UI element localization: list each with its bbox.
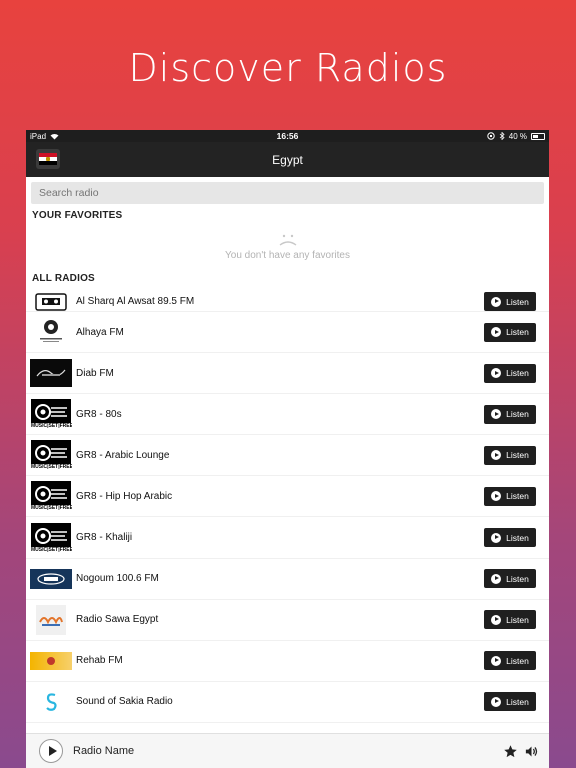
diab-logo: [30, 358, 72, 388]
star-icon[interactable]: [503, 744, 518, 759]
egypt-flag-icon: [39, 153, 57, 165]
listen-button[interactable]: Listen: [484, 569, 536, 589]
radio-name: Radio Sawa Egypt: [76, 614, 159, 626]
listen-label: Listen: [506, 655, 529, 666]
list-item[interactable]: MUSIC|SET|FREE GR8 - Khaliji Listen: [26, 517, 549, 559]
radio-name: GR8 - Hip Hop Arabic: [76, 490, 173, 502]
list-item[interactable]: Diab FM Listen: [26, 353, 549, 395]
radio-name: Diab FM: [76, 367, 114, 379]
alhaya-logo: [30, 317, 72, 347]
wifi-icon: [50, 133, 59, 139]
search-input[interactable]: [31, 182, 544, 204]
play-icon: [491, 532, 502, 543]
favorites-empty-state: You don't have any favorites: [26, 221, 549, 273]
play-icon: [491, 655, 502, 666]
listen-button[interactable]: Listen: [484, 322, 536, 342]
gr8-logo: MUSIC|SET|FREE: [30, 522, 72, 553]
battery-icon: [531, 132, 545, 140]
play-icon: [491, 409, 502, 420]
listen-button[interactable]: Listen: [484, 404, 536, 424]
list-item[interactable]: Nogoum 100.6 FM Listen: [26, 559, 549, 600]
listen-button[interactable]: Listen: [484, 486, 536, 506]
radio-name: GR8 - 80s: [76, 408, 122, 420]
player-radio-name: Radio Name: [73, 745, 135, 757]
listen-label: Listen: [506, 368, 529, 379]
clock: 16:56: [276, 131, 299, 141]
gr8-logo: MUSIC|SET|FREE: [30, 399, 72, 430]
listen-button[interactable]: Listen: [484, 445, 536, 465]
battery-percent: 40 %: [508, 131, 527, 141]
listen-label: Listen: [506, 696, 529, 707]
status-bar: iPad 16:56 40 %: [26, 130, 549, 142]
listen-label: Listen: [506, 532, 529, 543]
play-icon: [491, 327, 502, 338]
list-item[interactable]: Sound of Sakia Radio Listen: [26, 682, 549, 723]
play-icon: [491, 368, 502, 379]
list-item[interactable]: MUSIC|SET|FREE GR8 - Hip Hop Arabic Listen: [26, 476, 549, 518]
bluetooth-icon: [499, 132, 505, 140]
list-item[interactable]: Rehab FM Listen: [26, 641, 549, 682]
device-screen: iPad 16:56 40 % Egypt Search radio YOUR …: [26, 130, 549, 768]
radio-name: GR8 - Khaliji: [76, 532, 133, 544]
rehab-logo: [30, 646, 72, 676]
radio-name: Sound of Sakia Radio: [76, 696, 173, 708]
listen-label: Listen: [506, 450, 529, 461]
radio-name: GR8 - Arabic Lounge: [76, 449, 170, 461]
player-bar: Radio Name: [26, 733, 549, 768]
gr8-logo: MUSIC|SET|FREE: [30, 440, 72, 471]
listen-button[interactable]: Listen: [484, 363, 536, 383]
radio-name: Alhaya FM: [76, 326, 124, 338]
play-icon: [491, 696, 502, 707]
radio-name: Rehab FM: [76, 655, 123, 667]
favorites-title: YOUR FAVORITES: [32, 210, 123, 221]
listen-label: Listen: [506, 409, 529, 420]
list-item[interactable]: Alhaya FM Listen: [26, 312, 549, 354]
listen-button[interactable]: Listen: [484, 528, 536, 548]
play-icon: [491, 296, 502, 307]
country-flag-button[interactable]: [36, 149, 60, 169]
listen-button[interactable]: Listen: [484, 610, 536, 630]
sawa-logo: [30, 604, 72, 635]
list-item[interactable]: MUSIC|SET|FREE GR8 - Arabic Lounge Listen: [26, 435, 549, 477]
list-item[interactable]: Radio Sawa Egypt Listen: [26, 600, 549, 641]
nav-title: Egypt: [272, 152, 303, 167]
listen-label: Listen: [506, 573, 529, 584]
nav-bar: Egypt: [26, 142, 549, 177]
volume-icon[interactable]: [524, 744, 539, 759]
all-radios-title: ALL RADIOS: [32, 273, 95, 284]
play-icon: [491, 491, 502, 502]
radio-list[interactable]: Al Sharq Al Awsat 89.5 FM Listen Alhaya FM…: [26, 292, 549, 733]
listen-label: Listen: [506, 296, 529, 307]
gr8-logo: MUSIC|SET|FREE: [30, 481, 72, 512]
device-label: iPad: [30, 131, 47, 141]
nogoum-logo: [30, 564, 72, 594]
play-icon: [491, 573, 502, 584]
orientation-lock-icon: [487, 132, 495, 140]
radio-name: Nogoum 100.6 FM: [76, 573, 159, 585]
play-icon: [491, 614, 502, 625]
sakia-logo: [30, 687, 72, 717]
list-item[interactable]: MUSIC|SET|FREE GR8 - 80s Listen: [26, 394, 549, 436]
listen-label: Listen: [506, 614, 529, 625]
favorites-empty-message: You don't have any favorites: [225, 250, 350, 261]
headline: Discover Radios: [128, 46, 448, 90]
listen-label: Listen: [506, 327, 529, 338]
listen-button[interactable]: Listen: [484, 292, 536, 311]
player-play-button[interactable]: [39, 739, 63, 763]
listen-button[interactable]: Listen: [484, 692, 536, 712]
play-icon: [491, 450, 502, 461]
listen-button[interactable]: Listen: [484, 651, 536, 671]
radio-name: Al Sharq Al Awsat 89.5 FM: [76, 296, 195, 307]
listen-label: Listen: [506, 491, 529, 502]
sad-face-icon: [279, 234, 296, 246]
list-item[interactable]: Al Sharq Al Awsat 89.5 FM Listen: [26, 292, 549, 312]
